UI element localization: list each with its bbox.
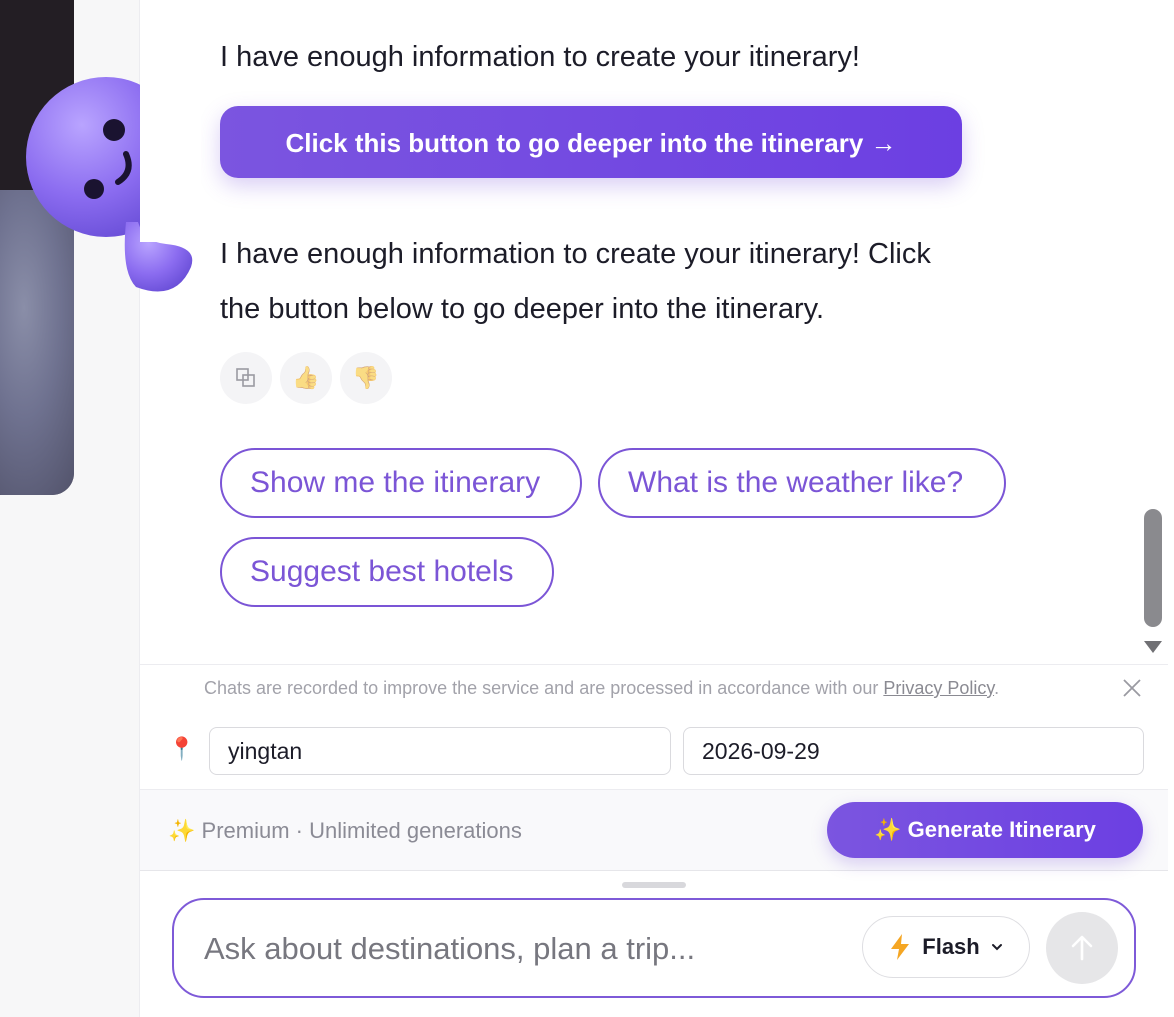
thumbs-up-button[interactable]: 👍 — [280, 352, 332, 404]
thumbs-down-button[interactable]: 👎 — [340, 352, 392, 404]
send-button[interactable] — [1046, 912, 1118, 984]
generate-itinerary-button[interactable]: ✨ Generate Itinerary — [827, 802, 1143, 858]
model-label: Flash — [922, 934, 980, 959]
privacy-notice-text: Chats are recorded to improve the servic… — [204, 678, 884, 698]
resize-handle[interactable] — [622, 882, 686, 888]
date-field[interactable]: 2026-09-29 — [683, 727, 1144, 775]
location-pin-icon: 📍 — [168, 737, 196, 762]
suggestion-chip-hotels[interactable]: Suggest best hotels — [220, 537, 554, 607]
sparkles-icon: ✨ — [874, 817, 902, 842]
message-input[interactable] — [202, 922, 846, 976]
premium-label: Premium · Unlimited generations — [201, 818, 522, 843]
suggestion-chip-itinerary[interactable]: Show me the itinerary — [220, 448, 582, 518]
thumbs-down-icon: 👎 — [352, 365, 380, 391]
suggestion-chip-weather[interactable]: What is the weather like? — [598, 448, 1006, 518]
message-composer: Flash — [172, 898, 1136, 998]
copy-icon — [236, 368, 255, 387]
generate-itinerary-label: Generate Itinerary — [907, 817, 1096, 842]
assistant-message-intro: I have enough information to create your… — [220, 41, 860, 73]
arrow-up-icon — [1071, 935, 1093, 961]
privacy-policy-link[interactable]: Privacy Policy — [883, 678, 994, 698]
premium-bar: ✨ Premium · Unlimited generations ✨ Gene… — [140, 790, 1168, 871]
go-deeper-button[interactable]: Click this button to go deeper into the … — [220, 106, 962, 178]
thumbs-up-icon: 👍 — [292, 365, 320, 391]
copy-button[interactable] — [220, 352, 272, 404]
close-icon[interactable] — [1120, 676, 1144, 700]
model-selector[interactable]: Flash — [862, 916, 1030, 978]
trip-fields: 📍 yingtan 2026-09-29 — [140, 713, 1168, 790]
destination-field[interactable]: yingtan — [209, 727, 671, 775]
chat-scrollbar[interactable] — [1144, 509, 1162, 627]
sparkles-icon: ✨ — [168, 818, 196, 843]
lightning-icon — [891, 934, 910, 960]
privacy-notice-end: . — [994, 678, 1000, 698]
chevron-down-icon — [991, 944, 1002, 951]
assistant-message-detail-line2: the button below to go deeper into the i… — [220, 293, 825, 325]
privacy-notice: Chats are recorded to improve the servic… — [140, 664, 1168, 714]
mascot-icon — [26, 72, 201, 292]
scroll-down-arrow-icon[interactable] — [1144, 641, 1162, 653]
assistant-message-detail-line1: I have enough information to create your… — [220, 238, 931, 270]
